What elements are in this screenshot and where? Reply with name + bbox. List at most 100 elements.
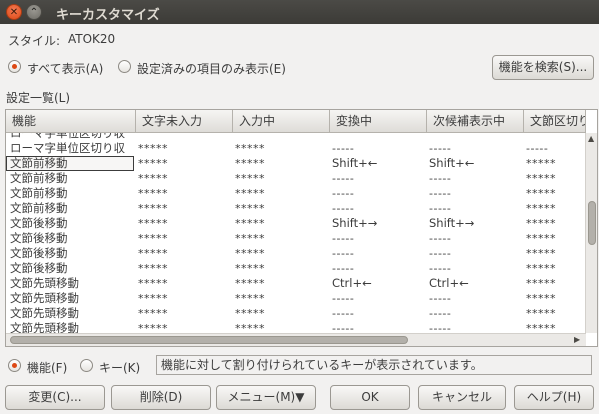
table-row[interactable]: 文節先頭移動 ***** ***** Ctrl+← Ctrl+← *****	[6, 276, 586, 291]
function-cell: 文節先頭移動	[10, 321, 79, 333]
key-cell: -----	[429, 202, 452, 215]
key-cell: *****	[138, 307, 168, 320]
table-row[interactable]: 文節前移動 ***** ***** ----- ----- *****	[6, 186, 586, 201]
table-row[interactable]: 文節前移動 ***** ***** ----- ----- *****	[6, 171, 586, 186]
scroll-right-icon[interactable]: ▶	[574, 335, 580, 344]
show-all-radio[interactable]	[8, 60, 21, 73]
key-cell: *****	[235, 187, 265, 200]
table-row[interactable]: 文節先頭移動 ***** ***** ----- ----- *****	[6, 306, 586, 321]
table-row[interactable]: 文節後移動 ***** ***** ----- ----- *****	[6, 231, 586, 246]
key-cell: -----	[332, 172, 355, 185]
key-cell: *****	[235, 232, 265, 245]
key-cell: *****	[526, 217, 556, 230]
function-cell: 文節前移動	[10, 171, 68, 185]
key-cell: *****	[526, 322, 556, 333]
key-cell: *****	[526, 232, 556, 245]
key-cell: Shift+→	[429, 216, 475, 230]
key-cell: *****	[526, 187, 556, 200]
key-cell: *****	[526, 202, 556, 215]
delete-button[interactable]: 削除(D)	[111, 385, 211, 410]
key-cell: *****	[138, 142, 168, 155]
vertical-scrollbar[interactable]: ▲	[585, 133, 597, 333]
key-mode-radio[interactable]	[80, 359, 93, 372]
table-row[interactable]: 文節後移動 ***** ***** Shift+→ Shift+→ *****	[6, 216, 586, 231]
show-all-label[interactable]: すべて表示(A)	[27, 60, 103, 77]
table-row[interactable]: 文節前移動 ***** ***** Shift+← Shift+← *****	[6, 156, 586, 171]
column-header-converting[interactable]: 変換中	[330, 110, 427, 133]
window-title: キーカスタマイズ	[56, 8, 160, 23]
key-cell: *****	[138, 292, 168, 305]
function-cell: 文節前移動	[6, 156, 134, 171]
scroll-up-icon[interactable]: ▲	[588, 134, 594, 143]
column-header-segment[interactable]: 文節区切り	[524, 110, 586, 133]
key-cell: *****	[138, 262, 168, 275]
menu-button[interactable]: メニュー(M)▼	[216, 385, 316, 410]
key-cell: -----	[429, 142, 452, 155]
horizontal-scrollbar[interactable]: ▶	[6, 333, 586, 346]
table-row[interactable]: 文節先頭移動 ***** ***** ----- ----- *****	[6, 291, 586, 306]
key-cell: Ctrl+←	[332, 276, 372, 290]
key-cell: *****	[138, 217, 168, 230]
table-row[interactable]: ローマ字単位区切り収 ***** ***** ----- ----- -----	[6, 141, 586, 156]
function-cell: 文節前移動	[10, 201, 68, 215]
key-cell: -----	[332, 232, 355, 245]
key-cell: *****	[235, 322, 265, 333]
key-cell: *****	[526, 157, 556, 170]
function-cell: 文節先頭移動	[10, 306, 79, 320]
function-cell: 文節先頭移動	[10, 276, 79, 290]
key-cell: *****	[138, 232, 168, 245]
function-cell: ローマ字単位区切り収	[10, 141, 125, 155]
cancel-button[interactable]: キャンセル	[418, 385, 506, 410]
column-header-inputting[interactable]: 入力中	[233, 110, 330, 133]
function-cell: 文節先頭移動	[10, 291, 79, 305]
key-cell: *****	[526, 307, 556, 320]
key-cell: -----	[429, 292, 452, 305]
key-cell: -----	[332, 247, 355, 260]
key-cell: *****	[235, 277, 265, 290]
function-cell: ローマ字単位区切り収	[10, 133, 125, 140]
vertical-scroll-thumb[interactable]	[588, 201, 596, 245]
column-header-function[interactable]: 機能	[6, 110, 136, 133]
table-row[interactable]: 文節後移動 ***** ***** ----- ----- *****	[6, 246, 586, 261]
show-set-only-radio[interactable]	[118, 60, 131, 73]
table-header: 機能 文字未入力 入力中 変換中 次候補表示中 文節区切り	[6, 110, 586, 133]
key-cell: -----	[332, 292, 355, 305]
key-cell: *****	[138, 202, 168, 215]
key-cell: -----	[429, 187, 452, 200]
style-value: ATOK20	[68, 32, 116, 46]
table-row[interactable]: 文節先頭移動 ***** ***** ----- ----- *****	[6, 321, 586, 333]
minimize-icon[interactable]: ⌃	[26, 4, 42, 20]
settings-table[interactable]: 機能 文字未入力 入力中 変換中 次候補表示中 文節区切り ローマ字単位区切り収…	[5, 109, 598, 347]
key-cell: -----	[429, 172, 452, 185]
show-set-only-label[interactable]: 設定済みの項目のみ表示(E)	[137, 60, 286, 77]
table-row[interactable]: 文節後移動 ***** ***** ----- ----- *****	[6, 261, 586, 276]
key-cell: *****	[138, 247, 168, 260]
key-mode-label[interactable]: キー(K)	[99, 359, 140, 376]
status-text: 機能に対して割り付けられているキーが表示されています。	[156, 355, 592, 375]
change-button[interactable]: 変更(C)...	[5, 385, 105, 410]
key-cell	[235, 133, 327, 141]
close-icon[interactable]: ✕	[6, 4, 22, 20]
function-mode-radio[interactable]	[8, 359, 21, 372]
column-header-no-input[interactable]: 文字未入力	[136, 110, 233, 133]
table-row[interactable]: 文節前移動 ***** ***** ----- ----- *****	[6, 201, 586, 216]
column-header-next-candidate[interactable]: 次候補表示中	[427, 110, 524, 133]
key-cell: -----	[332, 262, 355, 275]
key-cell: *****	[235, 202, 265, 215]
table-row[interactable]: ローマ字単位区切り収	[6, 133, 586, 141]
key-cell: *****	[235, 157, 265, 170]
key-cell: -----	[429, 262, 452, 275]
function-mode-label[interactable]: 機能(F)	[27, 359, 67, 376]
key-cell: *****	[235, 262, 265, 275]
key-cell: Shift+←	[429, 156, 475, 170]
horizontal-scroll-thumb[interactable]	[10, 336, 408, 344]
key-cell: *****	[235, 247, 265, 260]
help-button[interactable]: ヘルプ(H)	[514, 385, 594, 410]
ok-button[interactable]: OK	[330, 385, 410, 410]
key-cell: *****	[235, 292, 265, 305]
function-cell: 文節後移動	[10, 216, 68, 230]
key-cell: Ctrl+←	[429, 276, 469, 290]
search-function-button[interactable]: 機能を検索(S)...	[492, 55, 594, 80]
key-cell: Shift+→	[332, 216, 378, 230]
function-cell: 文節後移動	[10, 246, 68, 260]
